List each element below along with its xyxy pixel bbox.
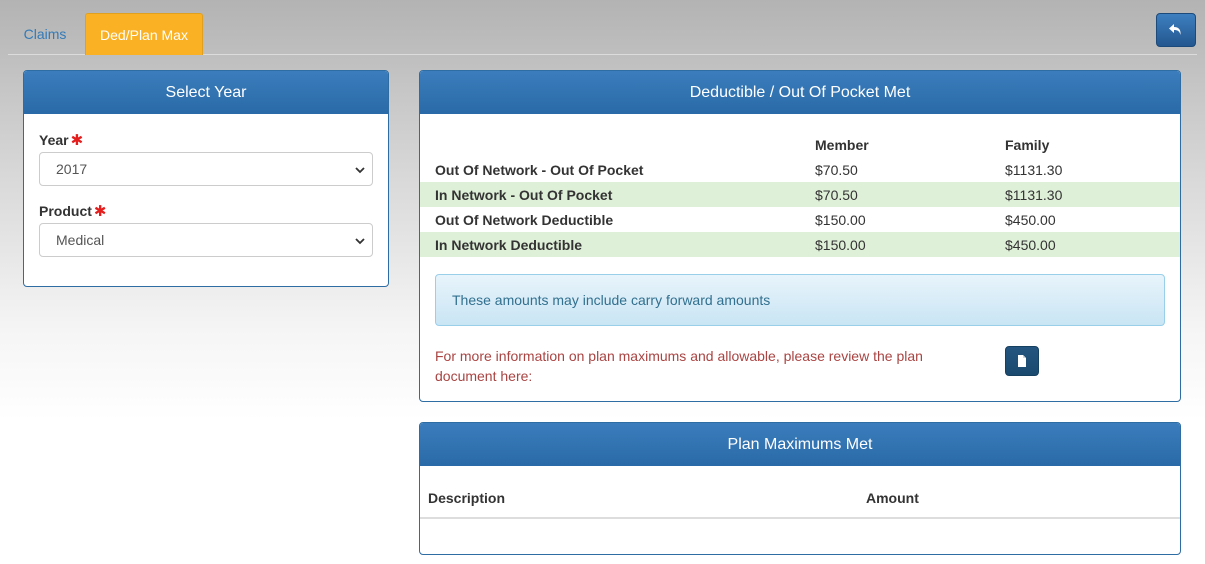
year-select[interactable]: 2017 xyxy=(39,152,373,186)
required-marker: ✱ xyxy=(93,203,107,220)
member-value: $150.00 xyxy=(815,211,866,228)
table-row: Out Of Network - Out Of Pocket $70.50 $1… xyxy=(420,157,1180,182)
product-label-text: Product xyxy=(39,203,92,219)
deductible-table: Member Family Out Of Network - Out Of Po… xyxy=(420,132,1180,257)
back-button[interactable] xyxy=(1156,13,1196,47)
member-value: $150.00 xyxy=(815,232,1005,257)
carry-forward-alert: These amounts may include carry forward … xyxy=(435,274,1165,326)
member-value: $70.50 xyxy=(815,161,858,178)
panel-title: Select Year xyxy=(24,71,388,114)
header-member: Member xyxy=(815,136,869,153)
required-marker: ✱ xyxy=(70,132,84,149)
year-label-text: Year xyxy=(39,132,69,148)
table-header-row: Description Amount xyxy=(420,466,1180,519)
row-label: Out Of Network Deductible xyxy=(435,211,614,228)
plan-document-info: For more information on plan maximums an… xyxy=(435,348,923,384)
table-header-row: Member Family xyxy=(420,132,1180,157)
family-value: $1131.30 xyxy=(1005,161,1063,178)
table-row: In Network - Out Of Pocket $70.50 $1131.… xyxy=(420,182,1180,207)
year-label: Year ✱ xyxy=(39,131,83,149)
panel-title: Plan Maximums Met xyxy=(420,423,1180,466)
chevron-down-icon xyxy=(355,238,365,245)
table-row: In Network Deductible $150.00 $450.00 xyxy=(420,232,1180,257)
family-value: $1131.30 xyxy=(1005,182,1180,207)
tab-bar: Claims Ded/Plan Max xyxy=(8,13,1197,55)
file-icon xyxy=(1018,355,1026,367)
year-select-value: 2017 xyxy=(56,161,88,177)
tab-ded-plan-max[interactable]: Ded/Plan Max xyxy=(85,13,203,55)
plan-document-button[interactable] xyxy=(1005,346,1039,376)
tab-claims[interactable]: Claims xyxy=(8,13,82,55)
header-amount: Amount xyxy=(866,490,919,506)
header-family: Family xyxy=(1005,136,1050,153)
family-value: $450.00 xyxy=(1005,211,1056,228)
member-value: $70.50 xyxy=(815,182,1005,207)
product-select-value: Medical xyxy=(56,232,105,248)
family-value: $450.00 xyxy=(1005,232,1180,257)
row-label: Out Of Network - Out Of Pocket xyxy=(435,161,644,178)
deductible-panel: Deductible / Out Of Pocket Met Member Fa… xyxy=(419,70,1181,402)
row-label: In Network - Out Of Pocket xyxy=(420,182,815,207)
undo-arrow-icon xyxy=(1169,24,1181,35)
product-label: Product ✱ xyxy=(39,202,106,220)
plan-maximums-panel: Plan Maximums Met Description Amount xyxy=(419,422,1181,555)
chevron-down-icon xyxy=(355,167,365,174)
product-select[interactable]: Medical xyxy=(39,223,373,257)
header-cell xyxy=(420,132,815,157)
header-description: Description xyxy=(428,490,506,506)
table-row: Out Of Network Deductible $150.00 $450.0… xyxy=(420,207,1180,232)
row-label: In Network Deductible xyxy=(420,232,815,257)
select-year-panel: Select Year Year ✱ 2017 Product ✱ Medical xyxy=(23,70,389,287)
panel-title: Deductible / Out Of Pocket Met xyxy=(420,71,1180,114)
